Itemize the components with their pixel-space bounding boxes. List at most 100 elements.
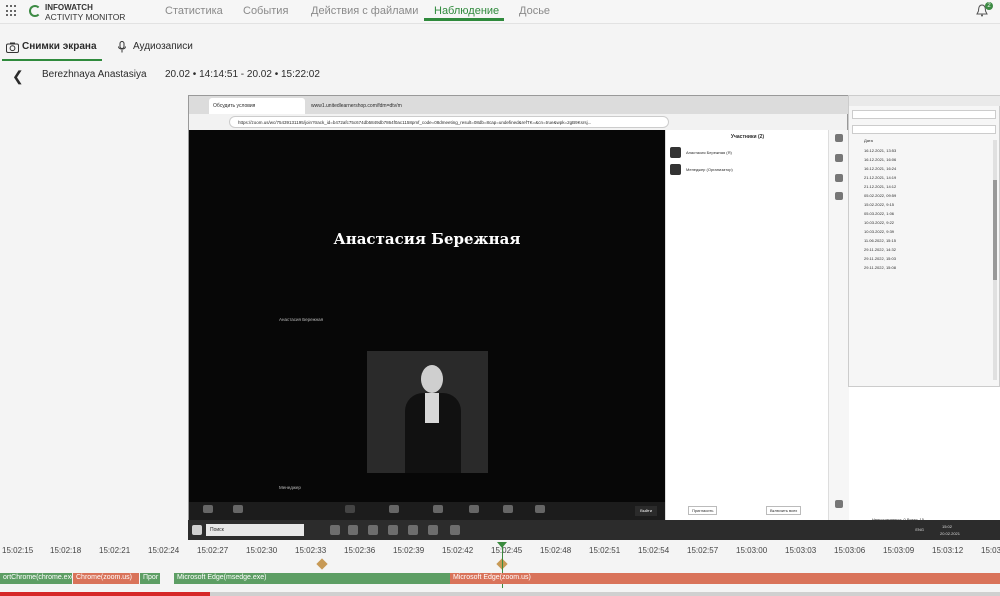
nav-file-actions[interactable]: Действия с файлами xyxy=(311,5,418,17)
zoom-toolbar: Выйти xyxy=(189,502,665,520)
date-row: 29.11.2022, 15:03 xyxy=(864,256,896,261)
date-row: 29.11.2022, 15:08 xyxy=(864,265,896,270)
browser-sidebar xyxy=(828,130,849,520)
taskview-icon xyxy=(330,525,340,535)
avatar xyxy=(670,164,681,175)
participant-row: Менеджер (Организатор) xyxy=(670,164,825,176)
more-button-icon xyxy=(535,505,545,513)
track-segment[interactable]: Прог xyxy=(140,573,160,584)
browser-window: Обсудить условия www1.unitedlearnershop.… xyxy=(188,95,849,525)
timeline-label: 15:03:00 xyxy=(736,546,768,555)
timeline-label: 15:03:12 xyxy=(932,546,964,555)
apps-grid-icon[interactable] xyxy=(6,5,18,17)
taskbar-app-icon xyxy=(368,525,378,535)
timeline-label: 15:02:54 xyxy=(638,546,670,555)
event-marker[interactable] xyxy=(316,558,328,570)
background-window-header xyxy=(849,96,1000,106)
background-filter-box xyxy=(852,125,996,134)
subtabs: Снимки экрана Аудиозаписи xyxy=(0,36,1000,61)
date-row: 10.03.2022, 9:39 xyxy=(864,229,895,234)
background-window: Дата 16.12.2021, 13:53 16.12.2021, 16:06… xyxy=(848,95,1000,387)
track-segment[interactable]: Microsoft Edge(zoom.us) xyxy=(450,573,1000,584)
tile-name: Анастасия Бережная xyxy=(279,317,324,322)
date-row: 21.12.2021, 14:19 xyxy=(864,175,897,180)
timeline-label: 15:02:21 xyxy=(99,546,131,555)
share-button-icon xyxy=(389,505,399,513)
nav-dossier[interactable]: Досье xyxy=(519,5,550,17)
date-row: 05.03.2022, 1:06 xyxy=(864,211,895,216)
date-row: 16.12.2021, 13:53 xyxy=(864,148,897,153)
timeline-label: 15:02:48 xyxy=(540,546,572,555)
address-bar: https://zoom.us/wc/75439131195/join?trac… xyxy=(229,116,669,128)
participants-title: Участники (2) xyxy=(730,134,765,140)
speaker-name: Анастасия Бережная xyxy=(333,230,521,248)
date-row: 21.12.2021, 14:12 xyxy=(864,184,897,189)
track-segment[interactable]: ortChrome(chrome.exe) xyxy=(0,573,72,584)
tab-screenshots[interactable]: Снимки экрана xyxy=(22,41,97,52)
timeline-label: 15:03:03 xyxy=(785,546,817,555)
top-bar: INFOWATCH ACTIVITY MONITOR Статистика Со… xyxy=(0,0,1000,24)
microphone-icon xyxy=(118,41,126,53)
date-row: 16.12.2021, 16:24 xyxy=(864,166,897,171)
notification-badge: 2 xyxy=(985,2,993,10)
infowatch-logo-icon xyxy=(29,5,41,17)
playback-progress-fill xyxy=(0,592,210,596)
participant-row: Анастасия Бережная (Я) xyxy=(670,147,825,159)
leave-button: Выйти xyxy=(635,506,657,516)
participants-panel: Участники (2) Анастасия Бережная (Я) Мен… xyxy=(665,130,828,520)
date-row: 05.02.2022, 09:59 xyxy=(864,193,897,198)
timeline-label: 15:02:15 xyxy=(2,546,34,555)
taskbar-app-icon xyxy=(388,525,398,535)
clock-date: 20.02.2021 xyxy=(939,531,960,536)
windows-start-icon xyxy=(192,525,202,535)
timeline-label: 15:02:57 xyxy=(687,546,719,555)
camera-icon xyxy=(6,42,19,53)
video-button-icon xyxy=(233,505,243,513)
browser-tab-2: www1.unitedlearnershop.com/fdm=dtv/m xyxy=(311,103,402,109)
date-row: 16.12.2021, 16:06 xyxy=(864,157,897,162)
participant-name: Анастасия Бережная (Я) xyxy=(686,150,732,155)
timeline-label: 15:02:36 xyxy=(344,546,376,555)
timeline-label: 15:02:27 xyxy=(197,546,229,555)
subtab-active-underline xyxy=(2,59,102,61)
taskbar-app-icon xyxy=(428,525,438,535)
photo-head xyxy=(421,365,443,393)
timeline[interactable]: 15:02:15 15:02:18 15:02:21 15:02:24 15:0… xyxy=(0,540,1000,596)
taskbar-app-icon xyxy=(408,525,418,535)
time-range: 20.02 • 14:14:51 - 20.02 • 15:22:02 xyxy=(165,69,320,80)
track-segment[interactable]: Microsoft Edge(msedge.exe) xyxy=(174,573,450,584)
background-search-box xyxy=(852,110,996,119)
tab-audio[interactable]: Аудиозаписи xyxy=(133,41,193,52)
timeline-label: 15:03:06 xyxy=(834,546,866,555)
language-indicator: ENG xyxy=(915,527,924,532)
screenshot-viewer: Обсудить условия www1.unitedlearnershop.… xyxy=(188,95,1000,540)
timeline-label: 15:03:15 xyxy=(981,546,1000,555)
brand-line2: ACTIVITY MONITOR xyxy=(45,12,126,22)
taskbar-search: Поиск xyxy=(206,524,304,536)
timeline-label: 15:02:51 xyxy=(589,546,621,555)
photo-shirt xyxy=(425,393,439,423)
breadcrumb: ❮ Berezhnaya Anastasiya 20.02 • 14:14:51… xyxy=(0,64,1000,86)
avatar xyxy=(670,147,681,158)
taskbar-app-icon xyxy=(450,525,460,535)
track-segment[interactable]: Chrome(zoom.us) xyxy=(73,573,139,584)
nav-statistics[interactable]: Статистика xyxy=(165,5,223,17)
date-row: 10.03.2022, 9:22 xyxy=(864,220,895,225)
nav-observation[interactable]: Наблюдение xyxy=(434,5,499,17)
timeline-label: 15:02:39 xyxy=(393,546,425,555)
date-row: 11.06.2022, 15:15 xyxy=(864,238,896,243)
zoom-meeting-area: Анастасия Бережная Анастасия Бережная Ме… xyxy=(189,130,665,520)
clock-time: 15:02 xyxy=(941,524,952,529)
back-arrow-icon[interactable]: ❮ xyxy=(12,68,24,85)
date-row: 15.02.2022, 9:15 xyxy=(864,202,895,207)
participants-button-icon xyxy=(345,505,355,513)
chat-button-icon xyxy=(433,505,443,513)
date-row: 29.11.2022, 14:32 xyxy=(864,247,896,252)
organizer-tile-name: Менеджер xyxy=(279,485,301,490)
participant-name: Менеджер (Организатор) xyxy=(686,167,733,172)
nav-events[interactable]: События xyxy=(243,5,288,17)
browser-tabs: Обсудить условия www1.unitedlearnershop.… xyxy=(189,96,849,114)
timeline-label: 15:02:18 xyxy=(50,546,82,555)
windows-taskbar: Поиск ENG 15:02 20.02.2021 xyxy=(188,520,1000,540)
timeline-label: 15:02:30 xyxy=(246,546,278,555)
